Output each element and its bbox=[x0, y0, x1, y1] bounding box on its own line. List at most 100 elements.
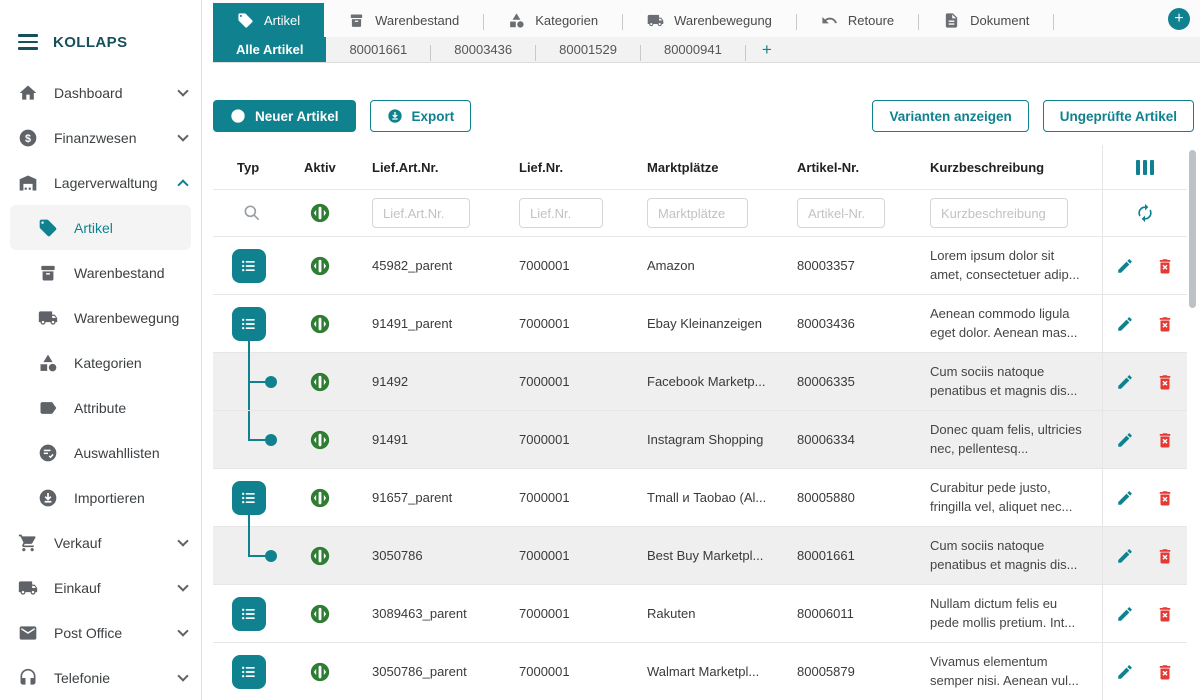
sidebar-item-attribute[interactable]: Attribute bbox=[10, 385, 191, 430]
subtab-80001661[interactable]: 80001661 bbox=[326, 37, 430, 62]
edit-icon[interactable] bbox=[1116, 431, 1134, 449]
edit-icon[interactable] bbox=[1116, 373, 1134, 391]
tab-warenbewegung[interactable]: Warenbewegung bbox=[623, 3, 796, 37]
active-status-toggle-icon[interactable] bbox=[310, 203, 330, 223]
sidebar-item-finanzwesen[interactable]: Finanzwesen bbox=[0, 115, 201, 160]
lief-nr-cell: 7000001 bbox=[505, 490, 633, 505]
subtab-alle-artikel[interactable]: Alle Artikel bbox=[213, 37, 326, 62]
sidebar-item-lagerverwaltung[interactable]: Lagerverwaltung bbox=[0, 160, 201, 205]
table-row[interactable]: 91491 7000001 Instagram Shopping 8000633… bbox=[213, 411, 1187, 469]
typ-cell bbox=[213, 643, 290, 700]
show-variants-button[interactable]: Varianten anzeigen bbox=[872, 100, 1028, 132]
download-circle-icon bbox=[38, 488, 58, 508]
active-status-icon bbox=[310, 372, 330, 392]
brand: KOLLAPS bbox=[0, 0, 201, 70]
lief-nr-cell: 7000001 bbox=[505, 316, 633, 331]
sidebar-item-auswahllisten[interactable]: Auswahllisten bbox=[10, 430, 191, 475]
edit-icon[interactable] bbox=[1116, 663, 1134, 681]
lief-nr-filter-input[interactable] bbox=[519, 198, 603, 228]
sidebar-item-label: Lagerverwaltung bbox=[54, 175, 179, 191]
category-icon bbox=[38, 353, 58, 373]
tab-dokument[interactable]: Dokument bbox=[919, 3, 1053, 37]
parent-article-icon[interactable] bbox=[232, 597, 266, 631]
sidebar-item-post-office[interactable]: Post Office bbox=[0, 610, 201, 655]
unverified-articles-button[interactable]: Ungeprüfte Artikel bbox=[1043, 100, 1194, 132]
tab-retoure[interactable]: Retoure bbox=[797, 3, 918, 37]
delete-icon[interactable] bbox=[1156, 431, 1174, 449]
subtab-label: 80000941 bbox=[664, 42, 722, 57]
delete-icon[interactable] bbox=[1156, 547, 1174, 565]
sidebar-item-artikel[interactable]: Artikel bbox=[10, 205, 191, 250]
subtab-80000941[interactable]: 80000941 bbox=[641, 37, 745, 62]
delete-icon[interactable] bbox=[1156, 489, 1174, 507]
delete-icon[interactable] bbox=[1156, 257, 1174, 275]
hamburger-menu-icon[interactable] bbox=[18, 34, 38, 50]
marktplaetze-filter-input[interactable] bbox=[647, 198, 748, 228]
chevron-down-icon bbox=[177, 535, 188, 546]
active-status-icon bbox=[310, 256, 330, 276]
category-icon bbox=[508, 12, 525, 29]
table-row[interactable]: 3089463_parent 7000001 Rakuten 80006011 … bbox=[213, 585, 1187, 643]
parent-article-icon[interactable] bbox=[232, 481, 266, 515]
sidebar-item-verkauf[interactable]: Verkauf bbox=[0, 520, 201, 565]
edit-icon[interactable] bbox=[1116, 315, 1134, 333]
sidebar-item-importieren[interactable]: Importieren bbox=[10, 475, 191, 520]
artikel-nr-cell: 80006335 bbox=[783, 374, 916, 389]
sidebar-item-warenbestand[interactable]: Warenbestand bbox=[10, 250, 191, 295]
artikel-nr-cell: 80003357 bbox=[783, 258, 916, 273]
lief-art-nr-filter-input[interactable] bbox=[372, 198, 470, 228]
artikel-nr-cell: 80006334 bbox=[783, 432, 916, 447]
delete-icon[interactable] bbox=[1156, 663, 1174, 681]
subtab-80003436[interactable]: 80003436 bbox=[431, 37, 535, 62]
export-button[interactable]: Export bbox=[370, 100, 472, 132]
toolbar-left: Neuer Artikel Export bbox=[213, 100, 471, 132]
add-tab-button[interactable]: + bbox=[1168, 8, 1190, 30]
edit-icon[interactable] bbox=[1116, 547, 1134, 565]
table-row[interactable]: 45982_parent 7000001 Amazon 80003357 Lor… bbox=[213, 237, 1187, 295]
edit-icon[interactable] bbox=[1116, 257, 1134, 275]
search-icon[interactable] bbox=[242, 203, 262, 223]
parent-article-icon[interactable] bbox=[232, 655, 266, 689]
refresh-icon[interactable] bbox=[1135, 203, 1155, 223]
main-tabbar: Artikel Warenbestand Kategorien Warenbew… bbox=[213, 0, 1200, 37]
aktiv-cell bbox=[290, 469, 358, 526]
button-label: Neuer Artikel bbox=[255, 109, 339, 124]
sidebar-item-kategorien[interactable]: Kategorien bbox=[10, 340, 191, 385]
table-row[interactable]: 3050786 7000001 Best Buy Marketpl... 800… bbox=[213, 527, 1187, 585]
table-row[interactable]: 91491_parent 7000001 Ebay Kleinanzeigen … bbox=[213, 295, 1187, 353]
tab-label: Warenbestand bbox=[375, 13, 459, 28]
toolbar: Neuer Artikel Export Varianten anzeigen … bbox=[213, 100, 1200, 132]
sidebar-item-einkauf[interactable]: Einkauf bbox=[0, 565, 201, 610]
tab-artikel[interactable]: Artikel bbox=[213, 3, 324, 37]
new-article-button[interactable]: Neuer Artikel bbox=[213, 100, 356, 132]
ballot-circle-icon bbox=[38, 443, 58, 463]
filter-lief-nr bbox=[505, 198, 633, 228]
sidebar-item-warenbewegung[interactable]: Warenbewegung bbox=[10, 295, 191, 340]
edit-icon[interactable] bbox=[1116, 605, 1134, 623]
subtab-80001529[interactable]: 80001529 bbox=[536, 37, 640, 62]
sidebar-item-dashboard[interactable]: Dashboard bbox=[0, 70, 201, 115]
add-subtab-button[interactable]: + bbox=[746, 37, 788, 62]
home-icon bbox=[18, 83, 38, 103]
edit-icon[interactable] bbox=[1116, 489, 1134, 507]
artikel-nr-filter-input[interactable] bbox=[797, 198, 885, 228]
parent-article-icon[interactable] bbox=[232, 307, 266, 341]
sidebar-item-telefonie[interactable]: Telefonie bbox=[0, 655, 201, 700]
tab-kategorien[interactable]: Kategorien bbox=[484, 3, 622, 37]
child-article-dot bbox=[265, 376, 277, 388]
vertical-scrollbar[interactable] bbox=[1189, 150, 1196, 308]
tab-warenbestand[interactable]: Warenbestand bbox=[324, 3, 483, 37]
delete-icon[interactable] bbox=[1156, 315, 1174, 333]
delete-icon[interactable] bbox=[1156, 373, 1174, 391]
table-row[interactable]: 91492 7000001 Facebook Marketp... 800063… bbox=[213, 353, 1187, 411]
delete-icon[interactable] bbox=[1156, 605, 1174, 623]
columns-icon[interactable] bbox=[1136, 160, 1154, 175]
kurzbeschreibung-filter-input[interactable] bbox=[930, 198, 1068, 228]
lief-art-nr-cell: 91657_parent bbox=[358, 490, 505, 505]
parent-article-icon[interactable] bbox=[232, 249, 266, 283]
table-row[interactable]: 3050786_parent 7000001 Walmart Marketpl.… bbox=[213, 643, 1187, 700]
chevron-down-icon bbox=[177, 130, 188, 141]
table-row[interactable]: 91657_parent 7000001 Tmall и Taobao (Al.… bbox=[213, 469, 1187, 527]
box-icon bbox=[38, 263, 58, 283]
marktplatz-cell: Walmart Marketpl... bbox=[633, 664, 783, 679]
